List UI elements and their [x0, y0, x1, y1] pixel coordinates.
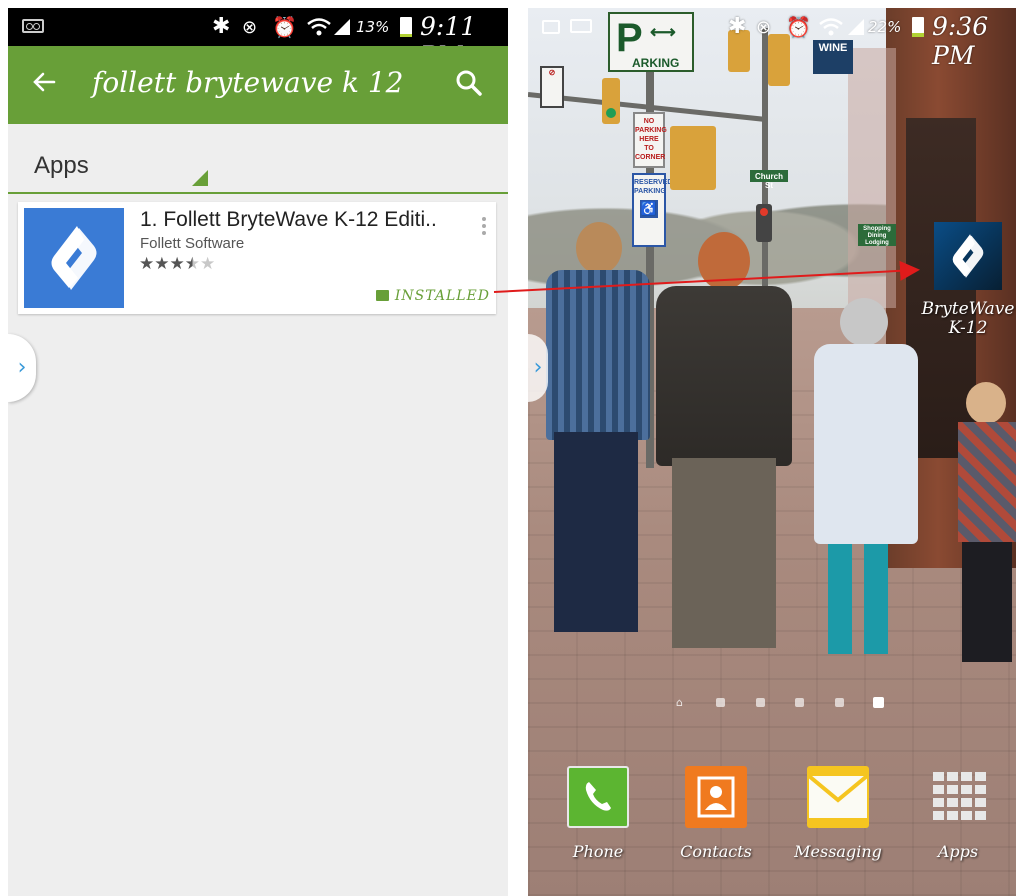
person-striped-shirt	[538, 222, 650, 652]
brytewave-app-icon	[24, 208, 124, 308]
app-title: 1. Follett BryteWave K-12 Editi..	[140, 208, 437, 231]
dock-label: Apps	[937, 842, 979, 861]
page-dot[interactable]	[835, 698, 844, 707]
page-dot-active[interactable]	[873, 697, 884, 708]
brytewave-app-icon	[934, 222, 1002, 290]
rating-stars: ★★★★★	[139, 254, 215, 274]
app-result-card[interactable]: 1. Follett BryteWave K-12 Editi.. Follet…	[18, 202, 496, 314]
wifi-icon	[819, 18, 843, 36]
home-screen: P ⟷ ARKING ⊘ NO PARKING HERE TO CORNER R…	[528, 8, 1016, 896]
no-parking-sign: NO PARKING HERE TO CORNER	[633, 112, 667, 168]
search-toolbar: follett brytewave k 12	[8, 46, 508, 124]
directional-sign: Shopping Dining Lodging	[858, 224, 896, 246]
filled-stars: ★★★	[139, 254, 185, 274]
voicemail-icon	[570, 19, 592, 33]
signal-icon	[848, 19, 864, 35]
person-dark-sweater	[656, 232, 796, 662]
voicemail-icon	[22, 19, 44, 33]
shortcut-label-line1: BryteWave	[921, 299, 1015, 319]
mute-icon: ⊗	[242, 17, 260, 38]
traffic-light	[670, 126, 716, 190]
signal-icon	[334, 19, 350, 35]
person-girl	[806, 298, 936, 678]
battery-percent: 22%	[868, 18, 902, 36]
battery-icon	[400, 17, 412, 37]
more-indicator-icon[interactable]	[192, 170, 208, 186]
half-star: ★	[184, 254, 200, 274]
dock-contacts[interactable]: Contacts	[668, 766, 764, 861]
overflow-menu-button[interactable]	[478, 214, 490, 242]
home-page-icon[interactable]: ⌂	[676, 696, 688, 709]
installed-badge: INSTALLED	[375, 288, 490, 304]
shortcut-label-line2: K-12	[948, 318, 988, 338]
arrow-back-icon	[33, 72, 56, 92]
alarm-icon: ⏰	[786, 15, 813, 39]
page-dot[interactable]	[795, 698, 804, 707]
bluetooth-icon: ✱	[212, 14, 233, 39]
side-panel-tab[interactable]: ›	[8, 334, 36, 402]
alarm-icon: ⏰	[272, 15, 299, 39]
dock-label: Messaging	[794, 842, 882, 861]
brytewave-home-shortcut[interactable]: BryteWave K-12	[920, 222, 1016, 338]
dock-phone[interactable]: Phone	[550, 766, 646, 861]
phone-icon	[567, 766, 629, 828]
search-button[interactable]	[454, 68, 488, 102]
page-dot[interactable]	[716, 698, 725, 707]
image-notification-icon	[542, 20, 560, 34]
battery-percent: 13%	[356, 18, 390, 36]
clock: 9:36 PM	[932, 12, 989, 70]
search-icon	[456, 70, 482, 96]
app-developer[interactable]: Follett Software	[140, 235, 244, 252]
empty-star: ★	[199, 254, 216, 274]
play-store-screen: ✱ ⊗ ⏰ 13% 9:11 PM follett brytewave k 12	[8, 8, 508, 896]
side-panel-tab[interactable]: ›	[528, 334, 548, 402]
installed-label: INSTALLED	[394, 288, 490, 304]
dock-label: Contacts	[680, 842, 752, 861]
section-divider	[8, 192, 508, 194]
back-button[interactable]	[30, 68, 64, 102]
contacts-icon	[685, 766, 747, 828]
status-bar: ✱ ⊗ ⏰ 22% 9:36 PM	[528, 8, 1016, 70]
search-query[interactable]: follett brytewave k 12	[92, 66, 404, 99]
dock-label: Phone	[572, 842, 624, 861]
street-sign: Church St	[750, 170, 788, 190]
battery-icon	[912, 17, 924, 37]
bluetooth-icon: ✱	[728, 14, 749, 39]
person-boy	[958, 382, 1016, 682]
messaging-icon	[807, 766, 869, 828]
section-title: Apps	[34, 152, 89, 179]
mute-icon: ⊗	[756, 17, 774, 38]
page-dot[interactable]	[756, 698, 765, 707]
traffic-light	[602, 78, 620, 124]
no-turn-sign: ⊘	[540, 66, 564, 108]
status-bar: ✱ ⊗ ⏰ 13% 9:11 PM	[8, 8, 508, 70]
shopping-bag-icon	[375, 290, 389, 301]
apps-section-header: Apps	[8, 124, 508, 194]
dock-apps[interactable]: Apps	[910, 766, 1006, 861]
wifi-icon	[307, 18, 331, 36]
apps-grid-icon	[927, 766, 989, 828]
dock-messaging[interactable]: Messaging	[790, 766, 886, 861]
